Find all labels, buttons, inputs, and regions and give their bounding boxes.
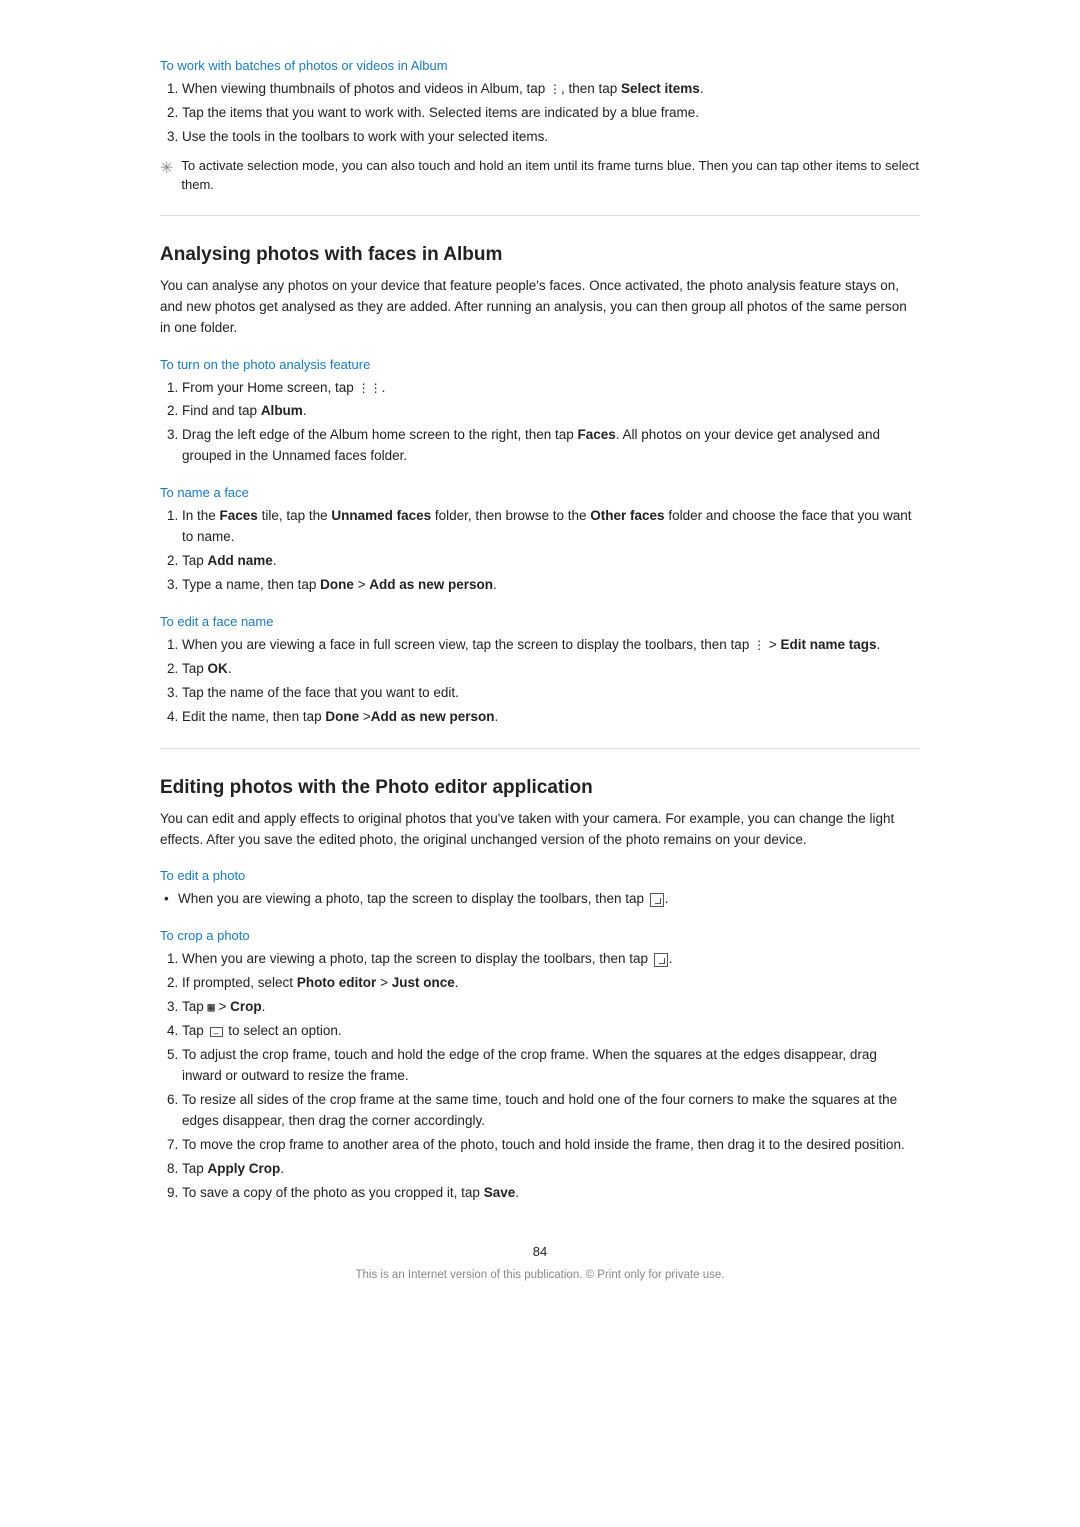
name-face-subsection: To name a face In the Faces tile, tap th… (160, 485, 920, 596)
turn-on-step-3: Drag the left edge of the Album home scr… (182, 425, 920, 467)
add-new-person-label-2: Add as new person (371, 709, 495, 724)
tip-block: ✳ To activate selection mode, you can al… (160, 156, 920, 195)
other-faces-label: Other faces (590, 508, 664, 523)
crop-label: Crop (230, 999, 262, 1014)
apps-icon: ⋮⋮ (358, 381, 382, 395)
name-face-step-3: Type a name, then tap Done > Add as new … (182, 575, 920, 596)
unnamed-faces-label: Unnamed faces (331, 508, 431, 523)
analysing-main-heading: Analysing photos with faces in Album (160, 244, 920, 266)
name-face-step-1: In the Faces tile, tap the Unnamed faces… (182, 506, 920, 548)
turn-on-analysis-subsection: To turn on the photo analysis feature Fr… (160, 357, 920, 468)
batch-steps-list: When viewing thumbnails of photos and vi… (182, 79, 920, 148)
select-items-label: Select items (621, 81, 700, 96)
crop-step-6: To resize all sides of the crop frame at… (182, 1090, 920, 1132)
crop-step-7: To move the crop frame to another area o… (182, 1135, 920, 1156)
name-face-heading: To name a face (160, 485, 920, 500)
edit-face-subsection: To edit a face name When you are viewing… (160, 614, 920, 728)
crop-step-4: Tap – to select an option. (182, 1021, 920, 1042)
tip-text: To activate selection mode, you can also… (181, 156, 920, 195)
crop-step-3: Tap ▦ > Crop. (182, 997, 920, 1018)
done-label-1: Done (320, 577, 354, 592)
edit-icon: ▦ (208, 1000, 215, 1014)
batch-step-1: When viewing thumbnails of photos and vi… (182, 79, 920, 100)
album-label: Album (261, 403, 303, 418)
edit-name-tags-label: Edit name tags (780, 637, 876, 652)
section-divider-1 (160, 215, 920, 216)
turn-on-analysis-heading: To turn on the photo analysis feature (160, 357, 920, 372)
edit-photo-bullet-list: When you are viewing a photo, tap the sc… (160, 889, 920, 910)
analysing-section: Analysing photos with faces in Album You… (160, 244, 920, 728)
footer-text: This is an Internet version of this publ… (160, 1269, 920, 1281)
menu-icon: ⋮ (549, 82, 561, 96)
photo-editor-label: Photo editor (297, 975, 377, 990)
faces-tile-label: Faces (220, 508, 258, 523)
crop-step-8: Tap Apply Crop. (182, 1159, 920, 1180)
tip-icon: ✳ (160, 157, 173, 181)
batch-section: To work with batches of photos or videos… (160, 58, 920, 195)
crop-photo-steps-list: When you are viewing a photo, tap the sc… (182, 949, 920, 1203)
analysing-body: You can analyse any photos on your devic… (160, 276, 920, 339)
crop-step-1: When you are viewing a photo, tap the sc… (182, 949, 920, 970)
edit-face-heading: To edit a face name (160, 614, 920, 629)
editing-main-heading: Editing photos with the Photo editor app… (160, 777, 920, 799)
edit-photo-subsection: To edit a photo When you are viewing a p… (160, 868, 920, 910)
name-face-step-2: Tap Add name. (182, 551, 920, 572)
edit-face-steps-list: When you are viewing a face in full scre… (182, 635, 920, 728)
turn-on-step-1: From your Home screen, tap ⋮⋮. (182, 378, 920, 399)
apply-crop-label: Apply Crop (208, 1161, 281, 1176)
batch-step-2: Tap the items that you want to work with… (182, 103, 920, 124)
crop-photo-heading: To crop a photo (160, 928, 920, 943)
section-divider-2 (160, 748, 920, 749)
page-content: To work with batches of photos or videos… (160, 40, 920, 1281)
add-name-label: Add name (208, 553, 273, 568)
ok-label: OK (208, 661, 228, 676)
batch-heading: To work with batches of photos or videos… (160, 58, 920, 73)
edit-face-step-4: Edit the name, then tap Done >Add as new… (182, 707, 920, 728)
save-label: Save (484, 1185, 516, 1200)
add-new-person-label-1: Add as new person (369, 577, 493, 592)
edit-face-step-2: Tap OK. (182, 659, 920, 680)
name-face-steps-list: In the Faces tile, tap the Unnamed faces… (182, 506, 920, 596)
turn-on-step-2: Find and tap Album. (182, 401, 920, 422)
turn-on-steps-list: From your Home screen, tap ⋮⋮. Find and … (182, 378, 920, 468)
crop-photo-subsection: To crop a photo When you are viewing a p… (160, 928, 920, 1203)
faces-label: Faces (578, 427, 616, 442)
crop-step-5: To adjust the crop frame, touch and hold… (182, 1045, 920, 1087)
page-number: 84 (160, 1244, 920, 1259)
menu-icon-2: ⋮ (753, 638, 765, 652)
done-label-2: Done (325, 709, 359, 724)
edit-photo-bullet-1: When you are viewing a photo, tap the sc… (160, 889, 920, 910)
edit-face-step-3: Tap the name of the face that you want t… (182, 683, 920, 704)
editing-body: You can edit and apply effects to origin… (160, 809, 920, 851)
edit-face-step-1: When you are viewing a face in full scre… (182, 635, 920, 656)
crop-step-2: If prompted, select Photo editor > Just … (182, 973, 920, 994)
crop-step-9: To save a copy of the photo as you cropp… (182, 1183, 920, 1204)
editing-section: Editing photos with the Photo editor app… (160, 777, 920, 1204)
edit-photo-heading: To edit a photo (160, 868, 920, 883)
batch-step-3: Use the tools in the toolbars to work wi… (182, 127, 920, 148)
just-once-label: Just once (392, 975, 455, 990)
